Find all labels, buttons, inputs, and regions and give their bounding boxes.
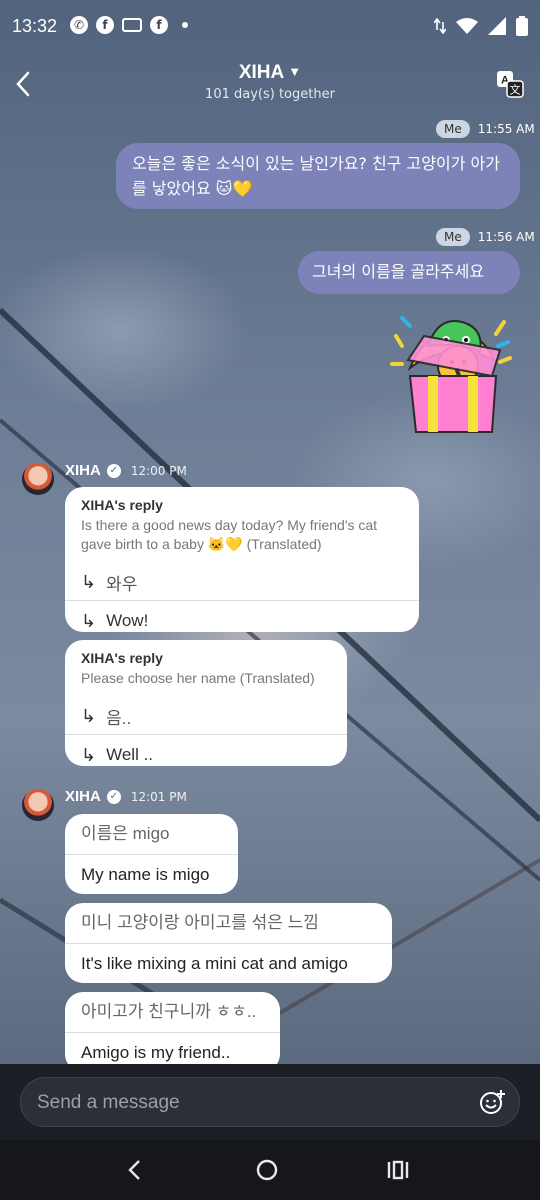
reply-original: 음.. (106, 708, 132, 728)
verified-icon: ✓ (106, 789, 121, 804)
me-tag: Me (436, 228, 470, 246)
message-original: 이름은 migo (65, 814, 238, 855)
status-time: 13:32 (12, 16, 58, 36)
avatar[interactable] (22, 789, 54, 821)
sender-name: XIHA (65, 788, 101, 805)
add-emoji-icon[interactable] (479, 1089, 505, 1115)
sender-row: XIHA ✓ 12:01 PM (65, 788, 187, 805)
reply-card[interactable]: XIHA's reply Please choose her name (Tra… (65, 640, 347, 766)
message-time: 12:00 PM (130, 463, 187, 478)
message-meta: Me 11:56 AM (436, 228, 535, 246)
reply-card[interactable]: XIHA's reply Is there a good news day to… (65, 487, 419, 632)
recents-nav-icon[interactable] (384, 1156, 412, 1184)
more-dot-icon (182, 22, 188, 28)
compose-bar (0, 1064, 540, 1140)
message-input[interactable] (35, 1078, 459, 1128)
my-message-bubble[interactable]: 오늘은 좋은 소식이 있는 날인가요? 친구 고양이가 아가를 낳았어요 🐱💛 (116, 143, 520, 209)
reply-original-row: ↳ 와우 (65, 564, 419, 600)
message-meta: Me 11:55 AM (436, 120, 535, 138)
message-original: 미니 고양이랑 아미고를 섞은 느낌 (65, 903, 392, 944)
sender-name: XIHA (65, 462, 101, 479)
message-translated: My name is migo (81, 865, 210, 884)
reply-arrow-icon: ↳ (81, 571, 97, 592)
svg-text:文: 文 (510, 83, 521, 97)
chat-title-button[interactable]: XIHA ▼ (0, 62, 540, 84)
reply-arrow-icon: ↳ (81, 610, 97, 631)
back-nav-icon[interactable] (120, 1156, 148, 1184)
battery-icon (516, 16, 528, 36)
days-together: 101 day(s) together (205, 87, 335, 102)
verified-icon: ✓ (106, 463, 121, 478)
translate-icon[interactable]: A 文 (496, 70, 524, 98)
reply-translated-row: ↳ Wow! (65, 600, 419, 632)
reply-quote: Please choose her name (Translated) (81, 670, 315, 686)
message-time: 11:56 AM (477, 230, 535, 244)
reply-title: XIHA's reply (81, 650, 163, 666)
reply-arrow-icon: ↳ (81, 705, 97, 726)
data-arrows-icon (434, 18, 446, 34)
facebook-icon: f (96, 16, 114, 34)
message-time: 12:01 PM (130, 789, 187, 804)
message-bubble[interactable]: 아미고가 친구니까 ㅎㅎ.. Amigo is my friend.. (65, 992, 280, 1072)
whatsapp-icon: ✆ (70, 16, 88, 34)
signal-icon (488, 17, 506, 35)
chevron-down-icon: ▼ (288, 64, 302, 79)
chat-title: XIHA (238, 62, 285, 83)
facebook-icon: f (150, 16, 168, 34)
message-bubble[interactable]: 미니 고양이랑 아미고를 섞은 느낌 It's like mixing a mi… (65, 903, 392, 983)
reply-translated-row: ↳ Well .. (65, 734, 347, 766)
gift-box-sticker[interactable] (388, 306, 520, 438)
system-nav-bar (0, 1140, 540, 1200)
avatar[interactable] (22, 463, 54, 495)
message-original: 아미고가 친구니까 ㅎㅎ.. (65, 992, 280, 1033)
home-nav-icon[interactable] (253, 1156, 281, 1184)
message-bubble[interactable]: 이름은 migo My name is migo (65, 814, 238, 894)
message-time: 11:55 AM (477, 122, 535, 136)
reply-translated: Wow! (106, 611, 149, 630)
message-input-container (20, 1077, 520, 1128)
chat-header: XIHA ▼ 101 day(s) together A 文 (0, 56, 540, 118)
messenger-bubble-icon (122, 18, 142, 32)
me-tag: Me (436, 120, 470, 138)
wifi-icon (456, 18, 478, 34)
sender-row: XIHA ✓ 12:00 PM (65, 462, 187, 479)
reply-original: 와우 (106, 574, 138, 594)
my-message-bubble[interactable]: 그녀의 이름을 골라주세요 (298, 251, 520, 294)
reply-title: XIHA's reply (81, 497, 163, 513)
reply-original-row: ↳ 음.. (65, 698, 347, 734)
reply-arrow-icon: ↳ (81, 744, 97, 765)
message-translated: It's like mixing a mini cat and amigo (81, 954, 348, 973)
status-bar: 13:32 ✆ f f (0, 0, 540, 56)
reply-translated: Well .. (106, 745, 154, 764)
reply-quote: Is there a good news day today? My frien… (81, 517, 378, 552)
